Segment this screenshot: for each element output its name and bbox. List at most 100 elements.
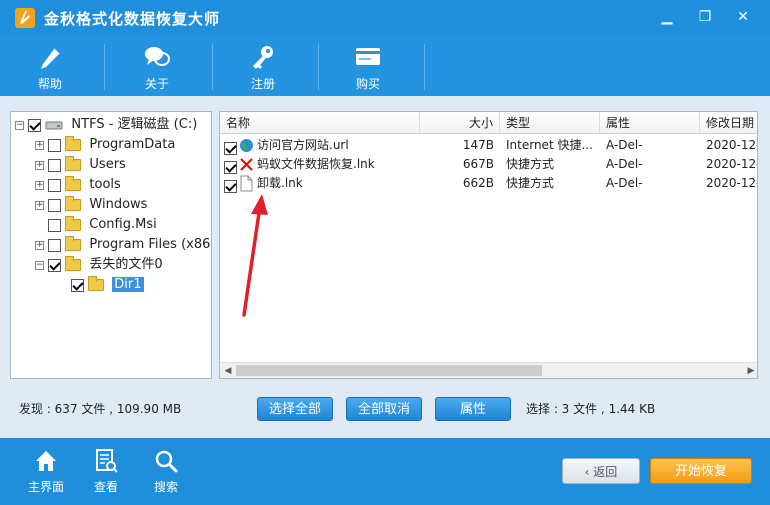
expand-icon[interactable]: + — [35, 200, 44, 210]
help-button[interactable]: 帮助 — [5, 42, 95, 94]
view-label: 查看 — [93, 480, 118, 494]
buy-label: 购买 — [355, 77, 380, 91]
search-label: 搜索 — [153, 480, 178, 494]
folder-icon — [65, 176, 82, 191]
file-attr: A-Del- — [606, 157, 643, 171]
folder-icon — [65, 236, 82, 251]
tree-item[interactable]: + Program Files (x86) — [35, 235, 212, 255]
toolbar: 帮助 关于 注册 购买 — [0, 36, 770, 96]
globe-icon — [240, 139, 253, 152]
tree-item[interactable]: − 丢失的文件0 — [35, 255, 163, 275]
register-button[interactable]: 注册 — [218, 42, 308, 94]
tree-item-label: Program Files (x86) — [89, 237, 212, 252]
annotation-arrow-icon — [242, 194, 268, 317]
folder-tree[interactable]: − NTFS - 逻辑磁盘 (C:) + ProgramData + Users… — [10, 111, 212, 379]
expand-icon[interactable]: + — [35, 160, 44, 170]
tree-item[interactable]: + Windows — [35, 195, 147, 215]
horizontal-scrollbar[interactable]: ◀ ▶ — [220, 362, 757, 378]
close-button[interactable]: ✕ — [730, 6, 756, 28]
folder-icon — [65, 136, 82, 151]
collapse-icon[interactable]: − — [15, 120, 24, 130]
table-row[interactable]: 访问官方网站.url 147B Internet 快捷... A-Del- 20… — [220, 136, 758, 155]
back-label: 返回 — [593, 465, 618, 479]
tree-item-checkbox[interactable] — [71, 278, 84, 292]
file-size: 662B — [462, 176, 494, 190]
view-button[interactable]: 查看 — [78, 448, 134, 498]
file-date: 2020-12- — [706, 138, 758, 152]
file-name: 访问官方网站.url — [257, 138, 349, 152]
tree-item[interactable]: + Users — [35, 155, 126, 175]
app-logo-icon — [15, 8, 35, 28]
collapse-icon[interactable]: − — [35, 260, 44, 270]
buy-button[interactable]: 购买 — [323, 42, 413, 94]
search-icon — [155, 450, 178, 473]
select-all-button[interactable]: 选择全部 — [257, 397, 333, 421]
selected-summary: 选择 : 3 文件 , 1.44 KB — [526, 402, 656, 416]
tree-item-label: ProgramData — [89, 137, 176, 152]
deselect-all-button[interactable]: 全部取消 — [346, 397, 422, 421]
search-button[interactable]: 搜索 — [138, 448, 194, 498]
column-header-date[interactable]: 修改日期 — [700, 112, 757, 134]
scroll-left-icon[interactable]: ◀ — [220, 363, 236, 378]
tree-item[interactable]: Config.Msi — [48, 215, 157, 235]
row-checkbox[interactable] — [224, 142, 237, 155]
tree-root[interactable]: − NTFS - 逻辑磁盘 (C:) — [15, 115, 197, 135]
window-title: 金秋格式化数据恢复大师 — [44, 10, 221, 28]
tree-item-checkbox[interactable] — [48, 238, 62, 252]
list-header: 名称 大小 类型 属性 修改日期 — [220, 112, 757, 134]
about-button[interactable]: 关于 — [112, 42, 202, 94]
home-button[interactable]: 主界面 — [18, 448, 74, 498]
chevron-left-icon: ‹ — [584, 465, 594, 479]
folder-icon — [88, 276, 105, 291]
tree-item-label: 丢失的文件0 — [89, 257, 163, 272]
drive-icon — [45, 121, 63, 130]
file-type: 快捷方式 — [506, 176, 555, 190]
tree-item[interactable]: + tools — [35, 175, 121, 195]
row-checkbox[interactable] — [224, 161, 237, 174]
file-list[interactable]: 名称 大小 类型 属性 修改日期 访问官方网站.url 147B Interne… — [219, 111, 758, 379]
start-recovery-button[interactable]: 开始恢复 — [650, 458, 752, 484]
red-x-icon — [240, 158, 253, 171]
file-size: 667B — [462, 157, 494, 171]
view-document-icon — [96, 449, 118, 473]
about-label: 关于 — [144, 77, 169, 91]
tree-item-selected[interactable]: Dir1 — [71, 275, 144, 295]
column-header-attr[interactable]: 属性 — [600, 112, 700, 134]
scroll-right-icon[interactable]: ▶ — [743, 363, 757, 378]
expand-icon[interactable]: + — [35, 180, 44, 190]
expand-icon[interactable]: + — [35, 240, 44, 250]
bottom-bar: 主界面 查看 搜索 ‹ 返回 开始恢复 — [0, 438, 770, 505]
column-header-size[interactable]: 大小 — [420, 112, 500, 134]
file-attr: A-Del- — [606, 176, 643, 190]
table-row[interactable]: 蚂蚁文件数据恢复.lnk 667B 快捷方式 A-Del- 2020-12- — [220, 155, 757, 174]
tree-item-checkbox[interactable] — [48, 138, 62, 152]
card-icon — [356, 48, 380, 65]
properties-button[interactable]: 属性 — [435, 397, 511, 421]
file-name: 蚂蚁文件数据恢复.lnk — [257, 157, 375, 171]
title-bar: 金秋格式化数据恢复大师 ▁ ❐ ✕ — [0, 0, 770, 36]
tree-item-checkbox[interactable] — [48, 158, 62, 172]
column-header-type[interactable]: 类型 — [500, 112, 600, 134]
column-header-name[interactable]: 名称 — [220, 112, 420, 134]
tree-item-checkbox[interactable] — [48, 178, 62, 192]
tree-item[interactable]: + ProgramData — [35, 135, 175, 155]
home-label: 主界面 — [27, 480, 64, 494]
tree-item-checkbox[interactable] — [48, 258, 62, 272]
table-row[interactable]: 卸载.lnk 662B 快捷方式 A-Del- 2020-12- — [220, 174, 758, 193]
home-icon — [36, 451, 56, 471]
help-label: 帮助 — [37, 77, 62, 91]
register-label: 注册 — [250, 77, 275, 91]
folder-icon — [65, 216, 82, 231]
back-button[interactable]: ‹ 返回 — [562, 458, 640, 484]
file-type: Internet 快捷... — [506, 138, 593, 152]
maximize-button[interactable]: ❐ — [692, 6, 718, 28]
folder-icon — [65, 256, 82, 271]
tree-root-checkbox[interactable] — [28, 118, 42, 132]
scrollbar-thumb[interactable] — [236, 365, 542, 376]
expand-icon[interactable]: + — [35, 140, 44, 150]
file-date: 2020-12- — [706, 176, 758, 190]
tree-item-label: Users — [89, 157, 126, 172]
tree-item-checkbox[interactable] — [48, 198, 62, 212]
tree-item-checkbox[interactable] — [48, 218, 61, 232]
minimize-button[interactable]: ▁ — [654, 6, 680, 28]
